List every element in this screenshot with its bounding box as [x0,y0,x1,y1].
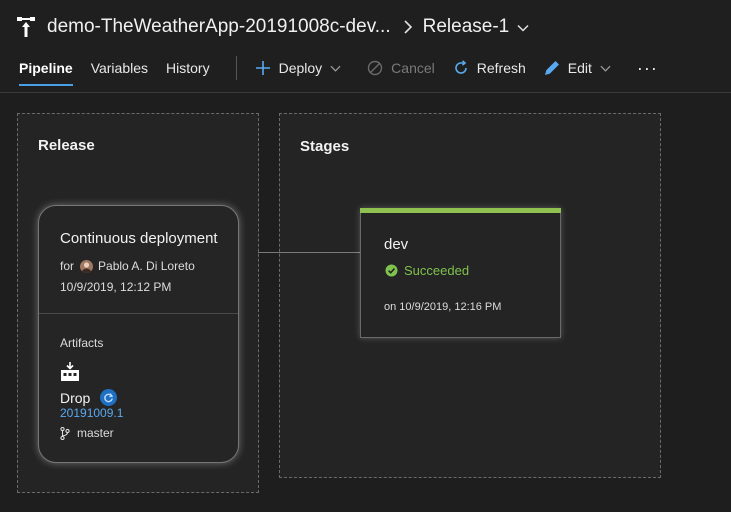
card-divider [39,313,238,314]
deploy-label: Deploy [278,60,323,76]
toolbar: Pipeline Variables History Deploy Cancel… [0,54,731,90]
branch-name: master [77,426,114,440]
toolbar-divider [235,56,237,80]
stage-name: dev [384,236,409,253]
refresh-label: Refresh [476,60,526,76]
chevron-down-icon [330,65,341,72]
plus-icon [255,61,270,75]
stage-status: Succeeded [385,263,469,278]
artifact-build-link[interactable]: 20191009.1 [60,406,123,420]
branch-icon [60,426,70,440]
continuous-deployment-card[interactable]: Continuous deployment for Pablo A. Di Lo… [38,205,239,463]
success-check-icon [385,264,398,277]
trigger-date: 10/9/2019, 12:12 PM [60,280,172,294]
deploy-button[interactable]: Deploy [255,54,350,82]
continuous-deployment-trigger-icon[interactable] [100,389,118,406]
tab-history[interactable]: History [157,54,219,90]
stage-date: on 10/9/2019, 12:16 PM [384,301,502,313]
artifacts-label: Artifacts [60,336,104,350]
stage-status-label: Succeeded [404,263,470,278]
pencil-icon [544,61,559,76]
chevron-down-icon[interactable] [517,21,529,33]
release-pipeline-icon [16,16,36,38]
refresh-button[interactable]: Refresh [453,54,526,82]
stage-status-bar [360,208,561,213]
page-header: demo-TheWeatherApp-20191008c-dev... Rele… [0,0,731,93]
release-name[interactable]: Release-1 [423,16,510,38]
trigger-user: for Pablo A. Di Loreto [60,259,195,273]
build-artifact-icon [60,362,80,382]
chevron-down-icon [600,65,611,72]
artifact-name: Drop [60,389,118,406]
artifact-branch: master [60,426,114,440]
chevron-right-icon [403,20,413,34]
more-options-button[interactable]: ··· [637,58,658,79]
user-name: Pablo A. Di Loreto [98,259,195,273]
cancel-label: Cancel [391,60,435,76]
cancel-icon [367,60,383,76]
artifact-name-label: Drop [60,389,91,406]
stage-card-dev[interactable]: dev Succeeded on 10/9/2019, 12:16 PM [360,208,561,338]
pipeline-title[interactable]: demo-TheWeatherApp-20191008c-dev... [47,16,391,38]
breadcrumb: demo-TheWeatherApp-20191008c-dev... Rele… [16,13,529,41]
cancel-button[interactable]: Cancel [367,54,435,82]
trigger-title: Continuous deployment [60,230,218,247]
for-label: for [60,259,75,273]
tab-variables[interactable]: Variables [82,54,157,90]
connector-line [258,252,360,253]
release-panel-title: Release [38,137,95,154]
edit-label: Edit [567,60,592,76]
avatar [80,259,94,273]
tab-pipeline[interactable]: Pipeline [10,54,82,90]
refresh-icon [455,60,467,74]
edit-button[interactable]: Edit [544,54,619,82]
stages-panel-title: Stages [300,138,350,155]
